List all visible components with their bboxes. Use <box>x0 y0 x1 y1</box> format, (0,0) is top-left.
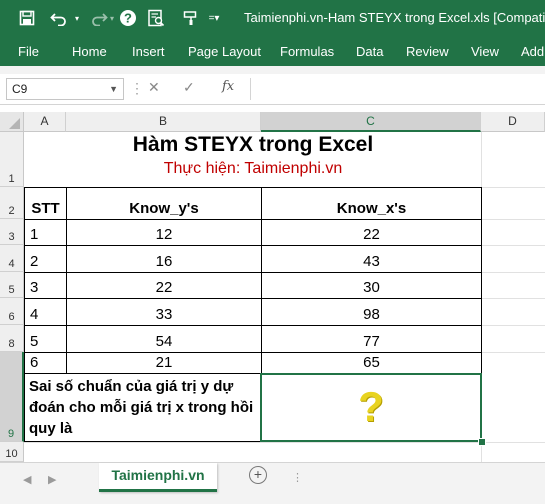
row-header-5[interactable]: 5 <box>0 272 24 298</box>
gridline <box>482 352 545 353</box>
worksheet-grid[interactable]: A B C D 1 2 3 4 5 6 8 9 10 Hàm STEYX tro… <box>0 112 545 462</box>
tab-split-icon[interactable]: ⋮ <box>292 471 303 484</box>
question-note-cell[interactable]: Sai số chuẩn của giá trị y dự đoán cho m… <box>29 376 259 439</box>
row-header-2[interactable]: 2 <box>0 187 24 219</box>
table-cell[interactable]: 65 <box>262 353 481 373</box>
select-all-corner[interactable] <box>0 112 24 132</box>
row-header-9[interactable]: 9 <box>0 352 24 442</box>
tab-page-layout[interactable]: Page Layout <box>188 44 261 59</box>
table-cell[interactable]: 98 <box>262 299 481 325</box>
table-cell[interactable]: 16 <box>67 246 261 272</box>
row-header-4[interactable]: 4 <box>0 245 24 272</box>
tab-data[interactable]: Data <box>356 44 383 59</box>
table-cell[interactable]: 2 <box>25 246 66 272</box>
table-cell[interactable]: 5 <box>25 326 66 352</box>
table-cell[interactable]: 33 <box>67 299 261 325</box>
customize-quick-access-icon[interactable]: =▾ <box>204 7 224 29</box>
gridline <box>482 298 545 299</box>
undo-icon[interactable] <box>48 7 70 29</box>
ribbon-tabs: File Home Insert Page Layout Formulas Da… <box>0 36 545 66</box>
ribbon-collapsed-area <box>0 66 545 74</box>
insert-function-icon[interactable]: fx <box>222 79 234 94</box>
svg-text:?: ? <box>124 11 132 26</box>
gridline <box>482 245 545 246</box>
sheet-tabs-bar: ◀ ▶ Taimienphi.vn + ⋮ <box>0 462 545 504</box>
table-cell[interactable]: 12 <box>67 220 261 245</box>
row-header-1[interactable]: 1 <box>0 132 24 187</box>
sheet-title: Hàm STEYX trong Excel <box>132 133 374 156</box>
table-cell[interactable]: 43 <box>262 246 481 272</box>
column-header-d[interactable]: D <box>481 112 545 132</box>
header-know-y[interactable]: Know_y's <box>67 188 261 219</box>
sheet-tab-taimienphi[interactable]: Taimienphi.vn <box>99 463 217 492</box>
title-bar: ▾ ▾ ? =▾ Taimienphi.vn-Ham STEYX trong E… <box>0 0 545 36</box>
document-title: Taimienphi.vn-Ham STEYX trong Excel.xls … <box>244 10 545 25</box>
name-box-dropdown-icon[interactable]: ▼ <box>109 79 118 99</box>
tab-review[interactable]: Review <box>406 44 449 59</box>
tab-home[interactable]: Home <box>72 44 107 59</box>
column-header-b[interactable]: B <box>66 112 261 132</box>
row-header-6[interactable]: 6 <box>0 298 24 325</box>
undo-dropdown-icon[interactable]: ▾ <box>71 7 83 29</box>
formula-input[interactable] <box>250 78 545 100</box>
table-cell[interactable]: 30 <box>262 273 481 298</box>
save-icon[interactable] <box>17 7 37 29</box>
formula-bar-separator: ⋮ <box>130 80 144 96</box>
table-cell[interactable]: 22 <box>67 273 261 298</box>
tab-file[interactable]: File <box>18 44 39 59</box>
row-header-8[interactable]: 8 <box>0 325 24 352</box>
name-box[interactable]: C9 ▼ <box>6 78 124 100</box>
table-cell[interactable]: 3 <box>25 273 66 298</box>
row-header-3[interactable]: 3 <box>0 219 24 245</box>
scroll-right-icon[interactable]: ▶ <box>48 473 56 486</box>
header-know-x[interactable]: Know_x's <box>262 188 481 219</box>
fill-handle[interactable] <box>478 438 486 446</box>
active-cell-c9[interactable] <box>260 373 482 442</box>
header-stt[interactable]: STT <box>25 188 66 219</box>
gridline <box>482 219 545 220</box>
add-sheet-icon[interactable]: + <box>249 466 267 484</box>
table-cell[interactable]: 77 <box>262 326 481 352</box>
table-cell[interactable]: 22 <box>262 220 481 245</box>
enter-icon[interactable]: ✓ <box>183 79 195 96</box>
table-cell[interactable]: 21 <box>67 353 261 373</box>
scroll-left-icon[interactable]: ◀ <box>23 473 31 486</box>
table-cell[interactable]: 54 <box>67 326 261 352</box>
gridline <box>24 442 545 443</box>
formula-bar: C9 ▼ ⋮ ✕ ✓ fx <box>0 74 545 105</box>
tab-add-ins[interactable]: Add <box>521 44 544 59</box>
table-cell[interactable]: 1 <box>25 220 66 245</box>
tab-view[interactable]: View <box>471 44 499 59</box>
column-header-a[interactable]: A <box>24 112 66 132</box>
format-painter-icon[interactable] <box>181 7 201 29</box>
help-icon[interactable]: ? <box>117 7 139 29</box>
tab-insert[interactable]: Insert <box>132 44 165 59</box>
table-cell[interactable]: 4 <box>25 299 66 325</box>
print-preview-icon[interactable] <box>145 7 167 29</box>
row-header-10[interactable]: 10 <box>0 442 24 462</box>
gridline <box>482 187 545 188</box>
column-header-c[interactable]: C <box>261 112 481 132</box>
sheet-subtitle: Thực hiện: Taimienphi.vn <box>163 160 343 177</box>
gridline <box>482 272 545 273</box>
tab-formulas[interactable]: Formulas <box>280 44 334 59</box>
table-cell[interactable]: 6 <box>25 353 66 373</box>
cancel-icon[interactable]: ✕ <box>148 79 160 96</box>
name-box-value: C9 <box>12 82 28 96</box>
gridline <box>482 325 545 326</box>
